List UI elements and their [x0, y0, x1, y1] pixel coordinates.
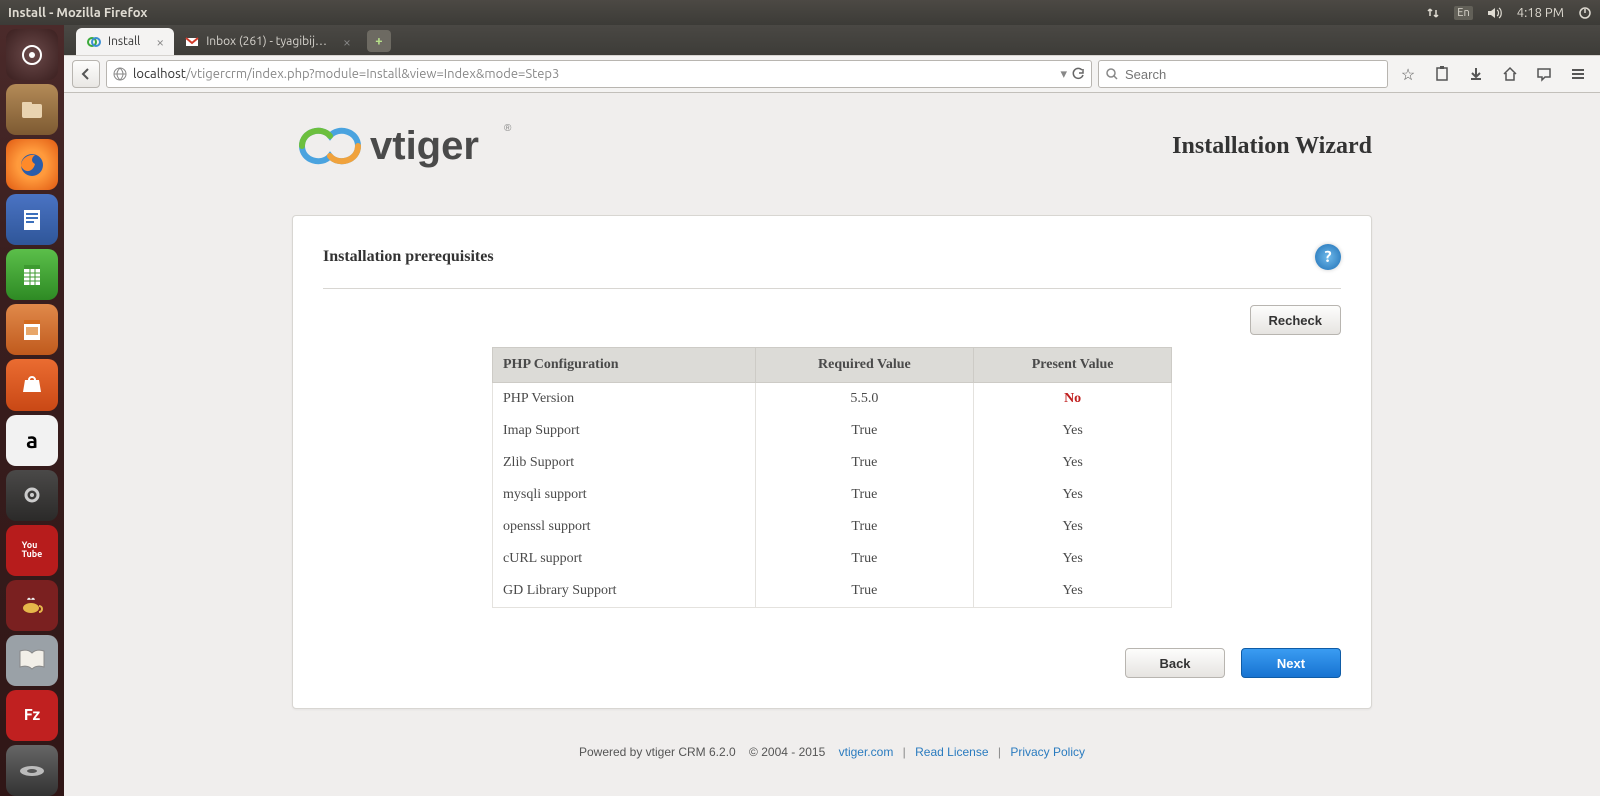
cell-required: 5.5.0 — [755, 383, 974, 416]
cell-config: PHP Version — [493, 383, 756, 416]
cell-required: True — [755, 511, 974, 543]
launcher-writer[interactable] — [6, 194, 58, 245]
browser-window: Install × Inbox (261) - tyagibij… × + lo… — [64, 25, 1600, 796]
launcher-software-center[interactable] — [6, 359, 58, 410]
launcher-tea[interactable] — [6, 580, 58, 631]
home-icon[interactable] — [1496, 60, 1524, 88]
table-row: PHP Version5.5.0No — [493, 383, 1172, 416]
new-tab-button[interactable]: + — [367, 30, 391, 52]
footer-link-license[interactable]: Read License — [915, 745, 988, 759]
launcher-firefox[interactable] — [6, 139, 58, 190]
cell-config: Zlib Support — [493, 447, 756, 479]
unity-launcher: a YouTube Fz — [0, 25, 64, 796]
launcher-filezilla[interactable]: Fz — [6, 690, 58, 741]
cell-required: True — [755, 479, 974, 511]
tab-strip: Install × Inbox (261) - tyagibij… × + — [64, 25, 1600, 55]
chat-icon[interactable] — [1530, 60, 1558, 88]
cell-config: cURL support — [493, 543, 756, 575]
page-footer: Powered by vtiger CRM 6.2.0 © 2004 - 201… — [292, 745, 1372, 759]
search-bar[interactable] — [1098, 60, 1388, 88]
tab-label: Install — [108, 35, 140, 48]
addr-reload-icon[interactable] — [1071, 67, 1085, 81]
vtiger-logo: vtiger ® — [292, 111, 522, 181]
clock[interactable]: 4:18 PM — [1517, 6, 1564, 20]
cell-required: True — [755, 543, 974, 575]
footer-copyright: © 2004 - 2015 — [749, 745, 825, 759]
launcher-settings[interactable] — [6, 470, 58, 521]
launcher-youtube[interactable]: YouTube — [6, 525, 58, 576]
cell-config: openssl support — [493, 511, 756, 543]
footer-link-site[interactable]: vtiger.com — [839, 745, 894, 759]
footer-powered: Powered by vtiger CRM 6.2.0 — [579, 745, 736, 759]
cell-present: Yes — [974, 543, 1172, 575]
page-content: vtiger ® Installation Wizard Installatio… — [64, 93, 1600, 796]
cell-present: Yes — [974, 415, 1172, 447]
tab-close-icon[interactable]: × — [156, 34, 164, 50]
cell-required: True — [755, 575, 974, 608]
cell-config: GD Library Support — [493, 575, 756, 608]
wizard-title: Installation Wizard — [1172, 133, 1372, 160]
table-header-config: PHP Configuration — [493, 348, 756, 383]
clipboard-icon[interactable] — [1428, 60, 1456, 88]
bookmark-star-icon[interactable]: ☆ — [1394, 60, 1422, 88]
footer-link-privacy[interactable]: Privacy Policy — [1010, 745, 1085, 759]
panel-title: Installation prerequisites — [323, 248, 494, 266]
tab-label: Inbox (261) - tyagibij… — [206, 35, 327, 48]
cell-config: Imap Support — [493, 415, 756, 447]
network-icon[interactable] — [1426, 6, 1440, 20]
launcher-devices[interactable] — [6, 745, 58, 796]
vtiger-favicon — [86, 34, 102, 50]
gmail-favicon — [184, 34, 200, 50]
recheck-button[interactable]: Recheck — [1250, 305, 1341, 335]
window-title: Install - Mozilla Firefox — [8, 6, 147, 20]
back-button[interactable]: Back — [1125, 648, 1225, 678]
cell-required: True — [755, 447, 974, 479]
table-header-required: Required Value — [755, 348, 974, 383]
table-row: cURL supportTrueYes — [493, 543, 1172, 575]
hamburger-menu-icon[interactable] — [1564, 60, 1592, 88]
search-icon — [1105, 67, 1119, 81]
launcher-impress[interactable] — [6, 304, 58, 355]
cell-required: True — [755, 415, 974, 447]
address-bar[interactable]: localhost/vtigercrm/index.php?module=Ins… — [106, 60, 1092, 88]
address-host: localhost — [133, 67, 186, 81]
launcher-files[interactable] — [6, 84, 58, 135]
session-icon[interactable] — [1578, 6, 1592, 20]
table-row: GD Library SupportTrueYes — [493, 575, 1172, 608]
browser-tab-active[interactable]: Install × — [76, 28, 174, 55]
table-row: Zlib SupportTrueYes — [493, 447, 1172, 479]
table-row: openssl supportTrueYes — [493, 511, 1172, 543]
downloads-icon[interactable] — [1462, 60, 1490, 88]
addr-dropdown-icon[interactable]: ▾ — [1060, 67, 1067, 82]
volume-icon[interactable] — [1487, 6, 1503, 20]
launcher-dash[interactable] — [6, 29, 58, 80]
prerequisites-panel: Installation prerequisites ? Recheck PHP… — [292, 215, 1372, 709]
cell-present: Yes — [974, 447, 1172, 479]
svg-text:®: ® — [504, 123, 512, 134]
tab-close-icon[interactable]: × — [343, 34, 351, 50]
browser-tab-inactive[interactable]: Inbox (261) - tyagibij… × — [174, 28, 361, 55]
search-input[interactable] — [1125, 67, 1381, 82]
launcher-calc[interactable] — [6, 249, 58, 300]
svg-text:vtiger: vtiger — [370, 124, 479, 168]
help-icon[interactable]: ? — [1315, 244, 1341, 270]
browser-navbar: localhost/vtigercrm/index.php?module=Ins… — [64, 55, 1600, 93]
cell-present: No — [974, 383, 1172, 416]
next-button[interactable]: Next — [1241, 648, 1341, 678]
address-path: /vtigercrm/index.php?module=Install&view… — [186, 67, 559, 81]
launcher-dictionary[interactable] — [6, 635, 58, 686]
os-menubar: Install - Mozilla Firefox En 4:18 PM — [0, 0, 1600, 25]
cell-config: mysqli support — [493, 479, 756, 511]
back-button[interactable] — [72, 60, 100, 88]
keyboard-indicator[interactable]: En — [1454, 6, 1472, 20]
launcher-amazon[interactable]: a — [6, 415, 58, 466]
table-row: Imap SupportTrueYes — [493, 415, 1172, 447]
table-row: mysqli supportTrueYes — [493, 479, 1172, 511]
cell-present: Yes — [974, 479, 1172, 511]
prerequisites-table: PHP Configuration Required Value Present… — [492, 347, 1172, 608]
table-header-present: Present Value — [974, 348, 1172, 383]
cell-present: Yes — [974, 511, 1172, 543]
globe-icon — [113, 67, 127, 81]
cell-present: Yes — [974, 575, 1172, 608]
